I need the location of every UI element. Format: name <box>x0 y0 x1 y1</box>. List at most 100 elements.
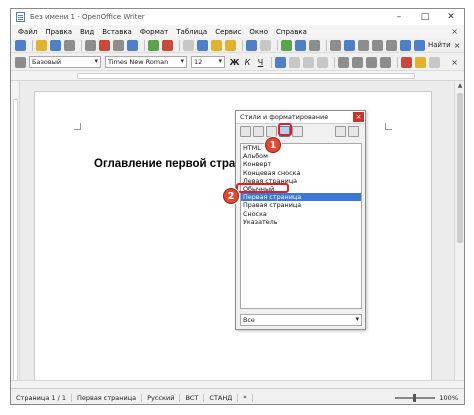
styles-list[interactable]: HTML Альбом Конверт Концевая сноска Левая ст… <box>240 143 362 309</box>
style-list-item[interactable]: Сноска <box>241 210 361 218</box>
numbering-icon[interactable] <box>338 56 349 68</box>
font-size-select[interactable]: 12 <box>191 56 225 68</box>
redo-icon[interactable] <box>260 39 271 51</box>
autospellcheck-icon[interactable] <box>162 39 173 51</box>
selection-mode-indicator[interactable]: СТАНД <box>204 393 239 402</box>
data-sources-icon[interactable] <box>372 39 383 51</box>
close-document-button[interactable]: × <box>451 27 458 36</box>
page-style-indicator[interactable]: Первая страница <box>72 393 143 402</box>
menu-table[interactable]: Таблица <box>172 28 211 36</box>
menu-view[interactable]: Вид <box>76 28 98 36</box>
menu-edit[interactable]: Правка <box>41 28 76 36</box>
character-styles-icon[interactable] <box>253 125 264 137</box>
justify-icon[interactable] <box>317 56 328 68</box>
toolbar-separator <box>179 39 180 51</box>
list-styles-icon[interactable] <box>292 125 303 137</box>
paste-icon[interactable] <box>211 39 222 51</box>
style-list-item[interactable]: Конверт <box>241 160 361 168</box>
style-list-item[interactable]: Указатель <box>241 218 361 226</box>
navigator-icon[interactable] <box>344 39 355 51</box>
fill-format-mode-icon[interactable] <box>335 125 346 137</box>
styles-formatting-icon[interactable] <box>15 56 26 68</box>
modified-indicator: * <box>238 393 253 402</box>
find-toolbar-close-button[interactable]: × <box>454 41 461 50</box>
close-window-button[interactable]: ✕ <box>438 9 464 25</box>
find-button[interactable]: Найти <box>428 41 451 49</box>
toolbar-separator <box>277 39 278 51</box>
new-style-from-selection-icon[interactable] <box>348 125 359 137</box>
horizontal-scrollbar[interactable] <box>11 380 464 388</box>
styles-panel-close-button[interactable]: × <box>353 112 364 122</box>
cut-icon[interactable] <box>183 39 194 51</box>
menu-window[interactable]: Окно <box>245 28 272 36</box>
font-color-icon[interactable] <box>401 56 412 68</box>
edit-file-icon[interactable] <box>85 39 96 51</box>
vertical-ruler-text-area <box>13 99 18 386</box>
spellcheck-icon[interactable] <box>148 39 159 51</box>
bullets-icon[interactable] <box>352 56 363 68</box>
align-right-icon[interactable] <box>303 56 314 68</box>
bold-button[interactable]: Ж <box>229 58 240 67</box>
scroll-thumb[interactable] <box>457 93 463 243</box>
align-center-icon[interactable] <box>289 56 300 68</box>
styles-panel-titlebar[interactable]: Стили и форматирование × <box>236 111 365 124</box>
scroll-up-icon[interactable]: ▲ <box>456 82 464 90</box>
menu-help[interactable]: Справка <box>272 28 311 36</box>
page-preview-icon[interactable] <box>127 39 138 51</box>
show-draw-functions-icon[interactable] <box>309 39 320 51</box>
status-bar: Страница 1 / 1 Первая страница Русский В… <box>11 388 464 404</box>
horizontal-ruler[interactable] <box>11 71 464 81</box>
copy-icon[interactable] <box>197 39 208 51</box>
table-icon[interactable] <box>295 39 306 51</box>
menu-format[interactable]: Формат <box>136 28 172 36</box>
document-page[interactable]: Оглавление первой страницы <box>34 91 432 388</box>
text-boundary-corner <box>385 123 392 130</box>
style-list-item[interactable]: HTML <box>241 144 361 152</box>
format-paintbrush-icon[interactable] <box>225 39 236 51</box>
font-name-select[interactable]: Times New Roman <box>105 56 187 68</box>
maximize-button[interactable]: □ <box>412 9 438 25</box>
language-indicator[interactable]: Русский <box>142 393 181 402</box>
style-list-item[interactable]: Альбом <box>241 152 361 160</box>
zoom-level[interactable]: 100% <box>439 394 458 402</box>
style-list-item[interactable]: Правая страница <box>241 201 361 209</box>
underline-button[interactable]: Ч <box>255 58 266 67</box>
highlighting-icon[interactable] <box>415 56 426 68</box>
italic-button[interactable]: К <box>242 58 253 67</box>
export-pdf-icon[interactable] <box>99 39 110 51</box>
vertical-ruler[interactable] <box>11 81 20 388</box>
toolbar-separator <box>271 56 272 68</box>
find-replace-icon[interactable] <box>330 39 341 51</box>
new-document-icon[interactable] <box>15 39 26 51</box>
gallery-icon[interactable] <box>358 39 369 51</box>
save-icon[interactable] <box>50 39 61 51</box>
email-icon[interactable] <box>64 39 75 51</box>
help-icon[interactable] <box>414 39 425 51</box>
formatting-toolbar-close-button[interactable]: × <box>451 58 458 67</box>
undo-icon[interactable] <box>246 39 257 51</box>
hyperlink-icon[interactable] <box>281 39 292 51</box>
style-list-item[interactable]: Концевая сноска <box>241 169 361 177</box>
open-folder-icon[interactable] <box>36 39 47 51</box>
insert-mode-indicator[interactable]: ВСТ <box>180 393 205 402</box>
menu-file[interactable]: Файл <box>14 28 41 36</box>
zoom-icon[interactable] <box>400 39 411 51</box>
minimize-button[interactable]: – <box>386 9 412 25</box>
menu-tools[interactable]: Сервис <box>211 28 245 36</box>
styles-filter-select[interactable]: Все <box>240 314 362 326</box>
menu-insert[interactable]: Вставка <box>98 28 136 36</box>
frame-styles-icon[interactable] <box>266 125 277 137</box>
background-color-icon[interactable] <box>429 56 440 68</box>
paragraph-styles-icon[interactable] <box>240 125 251 137</box>
print-icon[interactable] <box>113 39 124 51</box>
style-list-item[interactable]: Первая страница <box>241 193 361 202</box>
align-left-icon[interactable] <box>275 56 286 68</box>
decrease-indent-icon[interactable] <box>366 56 377 68</box>
increase-indent-icon[interactable] <box>380 56 391 68</box>
nonprinting-characters-icon[interactable] <box>386 39 397 51</box>
paragraph-style-select[interactable]: Базовый <box>29 56 101 68</box>
highlight-page-styles-button <box>278 123 292 136</box>
vertical-scrollbar[interactable]: ▲ ▼ <box>454 81 464 388</box>
zoom-slider[interactable] <box>395 393 436 402</box>
menu-bar: Файл Правка Вид Вставка Формат Таблица С… <box>11 25 464 38</box>
